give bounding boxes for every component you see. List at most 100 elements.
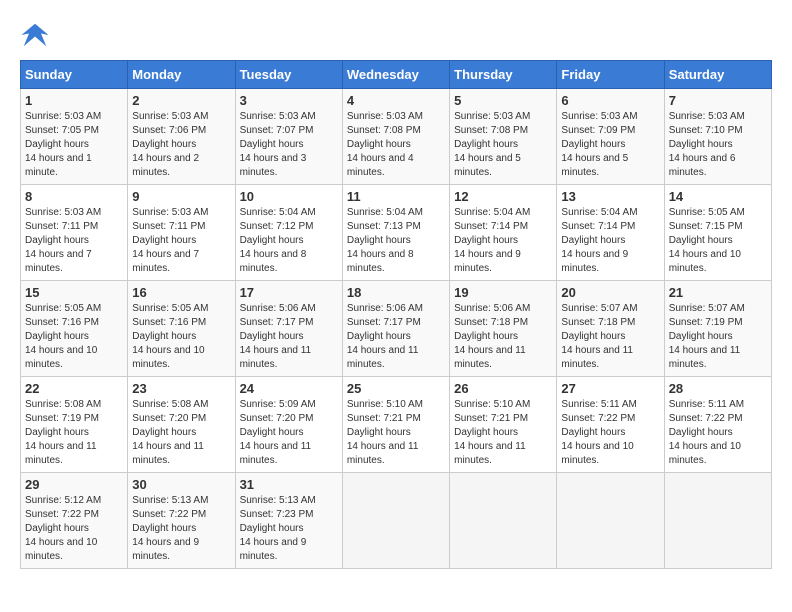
day-number: 9: [132, 189, 230, 204]
calendar-cell: 4 Sunrise: 5:03 AM Sunset: 7:08 PM Dayli…: [342, 89, 449, 185]
day-number: 31: [240, 477, 338, 492]
calendar-cell: 2 Sunrise: 5:03 AM Sunset: 7:06 PM Dayli…: [128, 89, 235, 185]
sunrise-label: Sunrise: 5:05 AM: [132, 303, 208, 314]
sunrise-label: Sunrise: 5:10 AM: [347, 399, 423, 410]
sunrise-label: Sunrise: 5:11 AM: [561, 399, 636, 410]
day-number: 1: [25, 93, 123, 108]
daylight-label: Daylight hours: [240, 139, 304, 150]
daylight-label: Daylight hours: [561, 235, 625, 246]
sunset-label: Sunset: 7:08 PM: [347, 125, 421, 136]
daylight-value: 14 hours and 5 minutes.: [561, 153, 628, 178]
sunrise-label: Sunrise: 5:06 AM: [347, 303, 423, 314]
calendar-cell: 6 Sunrise: 5:03 AM Sunset: 7:09 PM Dayli…: [557, 89, 664, 185]
daylight-label: Daylight hours: [132, 331, 196, 342]
calendar-cell: [450, 473, 557, 569]
sunrise-label: Sunrise: 5:03 AM: [132, 111, 208, 122]
day-number: 21: [669, 285, 767, 300]
daylight-label: Daylight hours: [347, 235, 411, 246]
sunset-label: Sunset: 7:08 PM: [454, 125, 528, 136]
sunrise-label: Sunrise: 5:03 AM: [669, 111, 745, 122]
daylight-label: Daylight hours: [132, 523, 196, 534]
sunrise-label: Sunrise: 5:07 AM: [669, 303, 745, 314]
sunset-label: Sunset: 7:17 PM: [347, 317, 421, 328]
day-number: 14: [669, 189, 767, 204]
calendar-cell: 14 Sunrise: 5:05 AM Sunset: 7:15 PM Dayl…: [664, 185, 771, 281]
daylight-value: 14 hours and 11 minutes.: [347, 345, 419, 370]
calendar-cell: [557, 473, 664, 569]
calendar-cell: 5 Sunrise: 5:03 AM Sunset: 7:08 PM Dayli…: [450, 89, 557, 185]
day-info: Sunrise: 5:11 AM Sunset: 7:22 PM Dayligh…: [669, 398, 767, 468]
day-info: Sunrise: 5:13 AM Sunset: 7:23 PM Dayligh…: [240, 494, 338, 564]
daylight-label: Daylight hours: [240, 235, 304, 246]
calendar-cell: [664, 473, 771, 569]
day-number: 5: [454, 93, 552, 108]
daylight-label: Daylight hours: [240, 427, 304, 438]
day-number: 25: [347, 381, 445, 396]
daylight-value: 14 hours and 11 minutes.: [240, 441, 312, 466]
sunset-label: Sunset: 7:13 PM: [347, 221, 421, 232]
daylight-label: Daylight hours: [454, 139, 518, 150]
day-info: Sunrise: 5:03 AM Sunset: 7:11 PM Dayligh…: [132, 206, 230, 276]
daylight-label: Daylight hours: [561, 427, 625, 438]
sunrise-label: Sunrise: 5:03 AM: [347, 111, 423, 122]
sunset-label: Sunset: 7:05 PM: [25, 125, 99, 136]
daylight-label: Daylight hours: [132, 427, 196, 438]
daylight-label: Daylight hours: [25, 139, 89, 150]
sunset-label: Sunset: 7:12 PM: [240, 221, 314, 232]
sunrise-label: Sunrise: 5:03 AM: [132, 207, 208, 218]
calendar-cell: 22 Sunrise: 5:08 AM Sunset: 7:19 PM Dayl…: [21, 377, 128, 473]
sunrise-label: Sunrise: 5:03 AM: [561, 111, 637, 122]
sunset-label: Sunset: 7:06 PM: [132, 125, 206, 136]
daylight-value: 14 hours and 4 minutes.: [347, 153, 414, 178]
calendar-cell: 12 Sunrise: 5:04 AM Sunset: 7:14 PM Dayl…: [450, 185, 557, 281]
calendar-cell: 31 Sunrise: 5:13 AM Sunset: 7:23 PM Dayl…: [235, 473, 342, 569]
day-info: Sunrise: 5:04 AM Sunset: 7:14 PM Dayligh…: [454, 206, 552, 276]
column-header-thursday: Thursday: [450, 61, 557, 89]
daylight-value: 14 hours and 9 minutes.: [454, 249, 521, 274]
day-number: 26: [454, 381, 552, 396]
column-header-saturday: Saturday: [664, 61, 771, 89]
daylight-value: 14 hours and 11 minutes.: [240, 345, 312, 370]
sunset-label: Sunset: 7:21 PM: [347, 413, 421, 424]
daylight-label: Daylight hours: [25, 331, 89, 342]
sunrise-label: Sunrise: 5:03 AM: [25, 111, 101, 122]
daylight-label: Daylight hours: [561, 331, 625, 342]
column-header-friday: Friday: [557, 61, 664, 89]
day-info: Sunrise: 5:04 AM Sunset: 7:13 PM Dayligh…: [347, 206, 445, 276]
calendar-cell: 1 Sunrise: 5:03 AM Sunset: 7:05 PM Dayli…: [21, 89, 128, 185]
sunset-label: Sunset: 7:22 PM: [132, 509, 206, 520]
day-info: Sunrise: 5:06 AM Sunset: 7:18 PM Dayligh…: [454, 302, 552, 372]
daylight-value: 14 hours and 7 minutes.: [132, 249, 199, 274]
sunset-label: Sunset: 7:15 PM: [669, 221, 743, 232]
daylight-label: Daylight hours: [454, 235, 518, 246]
daylight-value: 14 hours and 10 minutes.: [669, 441, 741, 466]
day-number: 13: [561, 189, 659, 204]
sunset-label: Sunset: 7:10 PM: [669, 125, 743, 136]
day-info: Sunrise: 5:03 AM Sunset: 7:08 PM Dayligh…: [347, 110, 445, 180]
calendar-cell: 10 Sunrise: 5:04 AM Sunset: 7:12 PM Dayl…: [235, 185, 342, 281]
day-info: Sunrise: 5:05 AM Sunset: 7:16 PM Dayligh…: [132, 302, 230, 372]
calendar-cell: 16 Sunrise: 5:05 AM Sunset: 7:16 PM Dayl…: [128, 281, 235, 377]
sunrise-label: Sunrise: 5:13 AM: [132, 495, 208, 506]
day-number: 6: [561, 93, 659, 108]
daylight-label: Daylight hours: [669, 427, 733, 438]
daylight-label: Daylight hours: [347, 331, 411, 342]
daylight-value: 14 hours and 11 minutes.: [561, 345, 633, 370]
calendar-week-2: 8 Sunrise: 5:03 AM Sunset: 7:11 PM Dayli…: [21, 185, 772, 281]
sunset-label: Sunset: 7:19 PM: [25, 413, 99, 424]
sunset-label: Sunset: 7:22 PM: [25, 509, 99, 520]
day-info: Sunrise: 5:11 AM Sunset: 7:22 PM Dayligh…: [561, 398, 659, 468]
sunset-label: Sunset: 7:14 PM: [561, 221, 635, 232]
daylight-value: 14 hours and 11 minutes.: [454, 441, 526, 466]
day-number: 8: [25, 189, 123, 204]
day-number: 28: [669, 381, 767, 396]
day-info: Sunrise: 5:10 AM Sunset: 7:21 PM Dayligh…: [347, 398, 445, 468]
sunset-label: Sunset: 7:20 PM: [240, 413, 314, 424]
calendar-cell: 29 Sunrise: 5:12 AM Sunset: 7:22 PM Dayl…: [21, 473, 128, 569]
day-number: 20: [561, 285, 659, 300]
sunrise-label: Sunrise: 5:04 AM: [347, 207, 423, 218]
sunset-label: Sunset: 7:19 PM: [669, 317, 743, 328]
sunrise-label: Sunrise: 5:03 AM: [240, 111, 316, 122]
day-info: Sunrise: 5:10 AM Sunset: 7:21 PM Dayligh…: [454, 398, 552, 468]
calendar-cell: 27 Sunrise: 5:11 AM Sunset: 7:22 PM Dayl…: [557, 377, 664, 473]
